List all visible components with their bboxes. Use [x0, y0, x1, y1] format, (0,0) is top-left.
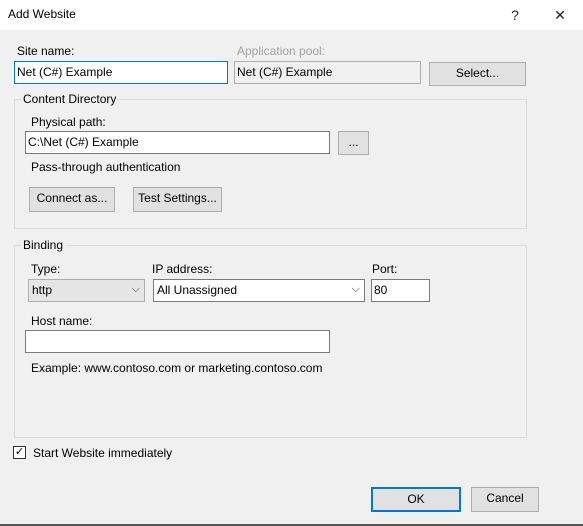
host-example-text: Example: www.contoso.com or marketing.co…: [31, 361, 323, 375]
type-select[interactable]: http ⌵: [28, 279, 145, 302]
close-icon[interactable]: ✕: [545, 4, 575, 26]
physical-path-label: Physical path:: [31, 115, 106, 129]
ip-address-label: IP address:: [152, 262, 213, 276]
port-label: Port:: [372, 262, 398, 276]
cancel-button[interactable]: Cancel: [471, 487, 539, 512]
content-directory-label: Content Directory: [21, 92, 119, 106]
app-pool-field: Net (C#) Example: [234, 61, 421, 84]
test-settings-button[interactable]: Test Settings...: [133, 187, 222, 212]
ok-button[interactable]: OK: [371, 487, 461, 512]
help-icon[interactable]: ?: [500, 4, 530, 26]
chevron-down-icon: ⌵: [351, 283, 360, 295]
type-value: http: [32, 283, 53, 297]
ip-address-value: All Unassigned: [157, 283, 238, 297]
pass-through-label: Pass-through authentication: [31, 160, 181, 174]
site-name-input[interactable]: Net (C#) Example: [14, 61, 228, 84]
physical-path-input[interactable]: C:\Net (C#) Example: [25, 131, 330, 154]
title-bar: [0, 0, 583, 30]
chevron-down-icon: ⌵: [131, 283, 140, 295]
type-label: Type:: [31, 262, 61, 276]
browse-button[interactable]: ...: [338, 131, 369, 155]
select-app-pool-button[interactable]: Select...: [429, 62, 526, 86]
port-input[interactable]: 80: [371, 279, 430, 302]
app-pool-label: Application pool:: [237, 44, 326, 58]
window-title: Add Website: [8, 7, 76, 21]
connect-as-button[interactable]: Connect as...: [29, 187, 115, 212]
start-website-label: Start Website immediately: [33, 446, 173, 460]
ip-address-select[interactable]: All Unassigned ⌵: [153, 279, 365, 302]
binding-label: Binding: [21, 238, 66, 252]
host-name-input[interactable]: [25, 330, 330, 353]
start-website-checkbox[interactable]: ✓: [13, 446, 26, 459]
host-name-label: Host name:: [31, 314, 93, 328]
site-name-label: Site name:: [17, 44, 75, 58]
